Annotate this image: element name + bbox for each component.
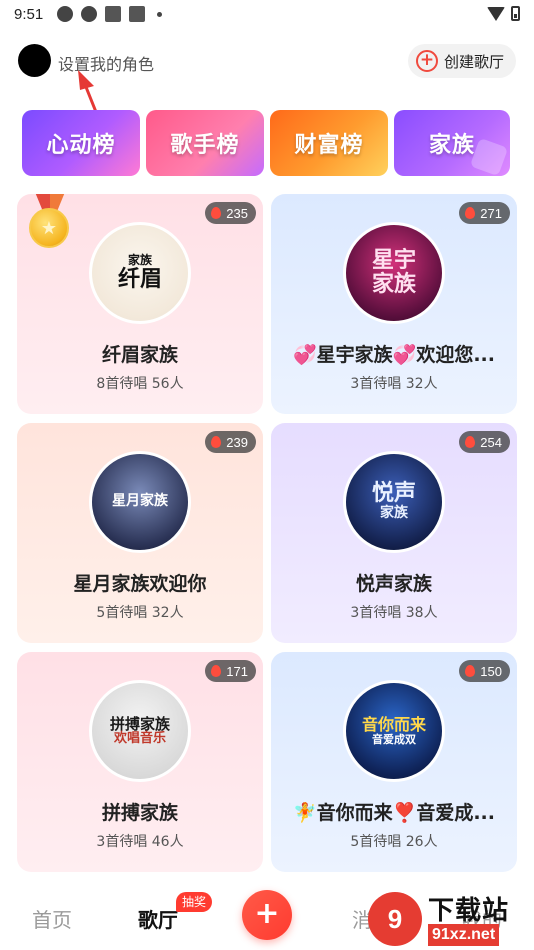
room-subtitle: 3首待唱 32人 [350,376,438,392]
heat-badge: 171 [205,660,256,682]
heat-badge: 239 [205,431,256,453]
rank-banners: 心动榜 歌手榜 财富榜 家族 [22,110,534,178]
set-role-link[interactable]: 设置我的角色 [58,51,154,75]
heat-value: 254 [480,434,502,450]
room-card[interactable]: 150 音你而来 音爱成双 🧚音你而来❣️音爱成... 5首待唱 26人 [271,652,517,872]
heat-value: 239 [226,434,248,450]
cover-sub: 家族 [371,272,416,297]
room-title: 💞星宇家族💞欢迎您... [293,344,495,366]
room-title: 星月家族欢迎你 [73,573,207,595]
room-card[interactable]: 254 悦声 家族 悦声家族 3首待唱 38人 [271,423,517,643]
room-subtitle: 5首待唱 26人 [350,834,438,850]
heat-badge: 235 [205,202,256,224]
cover-text: 拼搏家族 [109,714,170,733]
add-button[interactable]: + [242,890,292,940]
watermark-url: 91xz.net [428,924,500,946]
room-title: 纤眉家族 [101,344,178,366]
room-subtitle: 8首待唱 56人 [96,376,184,392]
create-hall-label: 创建歌厅 [443,52,504,71]
watermark-text: 下载站 [428,896,510,926]
heat-value: 171 [226,663,248,679]
room-title: 拼搏家族 [101,802,178,824]
flame-icon [211,436,222,448]
heat-value: 150 [480,663,502,679]
more-notifications-icon [157,11,163,17]
app-notification-icon [57,6,74,22]
status-time: 9:51 [14,5,44,23]
room-card[interactable]: 171 拼搏家族 欢唱音乐 拼搏家族 3首待唱 46人 [17,652,263,872]
cover-text: 悦声 [371,481,416,507]
banner-label: 财富榜 [294,133,364,158]
app-notification-icon [105,6,122,22]
room-title: 🧚音你而来❣️音爱成... [293,802,495,824]
room-subtitle: 3首待唱 46人 [96,834,184,850]
site-watermark: 9 下载站 91xz.net [368,890,532,950]
flame-icon [465,207,476,219]
cover-sub: 家族 [127,253,152,268]
room-cover: 星月家族 [89,451,191,553]
banner-singer-rank[interactable]: 歌手榜 [146,110,264,176]
wifi-icon [487,6,505,21]
room-card[interactable]: 239 星月家族 星月家族欢迎你 5首待唱 32人 [17,423,263,643]
flame-icon [465,665,476,677]
lottery-badge: 抽奖 [176,892,213,912]
cover-sub: 家族 [379,505,408,522]
battery-icon [511,6,520,21]
cover-text: 星宇 [371,247,416,273]
cover-sub: 音爱成双 [371,732,416,746]
room-cover: 家族 纤眉 [89,222,191,324]
room-cover: 星宇 家族 [343,222,445,324]
cover-text: 星月家族 [112,493,168,510]
banner-label: 歌手榜 [170,133,240,158]
room-cover: 拼搏家族 欢唱音乐 [89,680,191,782]
banner-label: 家族 [428,133,475,158]
banner-decoration [469,137,509,176]
top-header: 设置我的角色 + 创建歌厅 [0,42,534,80]
heat-badge: 150 [459,660,510,682]
room-title: 悦声家族 [355,573,432,595]
banner-heart-rank[interactable]: 心动榜 [22,110,140,176]
create-hall-button[interactable]: + 创建歌厅 [407,44,516,78]
cover-text: 音你而来 [361,715,426,735]
plus-circle-icon: + [415,50,438,72]
heat-value: 235 [226,205,248,221]
room-subtitle: 5首待唱 32人 [96,605,184,621]
nav-home[interactable]: 首页 [32,904,72,933]
status-bar: 9:51 [0,0,534,28]
banner-family[interactable]: 家族 [394,110,510,176]
room-card[interactable]: ★ 235 家族 纤眉 纤眉家族 8首待唱 56人 [17,194,263,414]
cover-sub: 欢唱音乐 [113,731,166,747]
nav-hall[interactable]: 歌厅 [138,904,178,933]
watermark-logo-icon: 9 [368,892,422,946]
room-cover: 悦声 家族 [343,451,445,553]
banner-label: 心动榜 [46,133,116,158]
app-notification-icon [129,6,146,22]
heat-badge: 271 [459,202,510,224]
app-notification-icon [81,6,98,22]
status-right [487,6,520,21]
gold-medal-icon: ★ [25,194,75,256]
flame-icon [211,665,222,677]
heat-badge: 254 [459,431,510,453]
flame-icon [211,207,222,219]
room-subtitle: 3首待唱 38人 [350,605,438,621]
room-card[interactable]: 271 星宇 家族 💞星宇家族💞欢迎您... 3首待唱 32人 [271,194,517,414]
room-cover: 音你而来 音爱成双 [343,680,445,782]
flame-icon [465,436,476,448]
banner-wealth-rank[interactable]: 财富榜 [270,110,388,176]
cover-text: 纤眉 [117,266,162,292]
avatar[interactable] [18,44,51,77]
heat-value: 271 [480,205,502,221]
